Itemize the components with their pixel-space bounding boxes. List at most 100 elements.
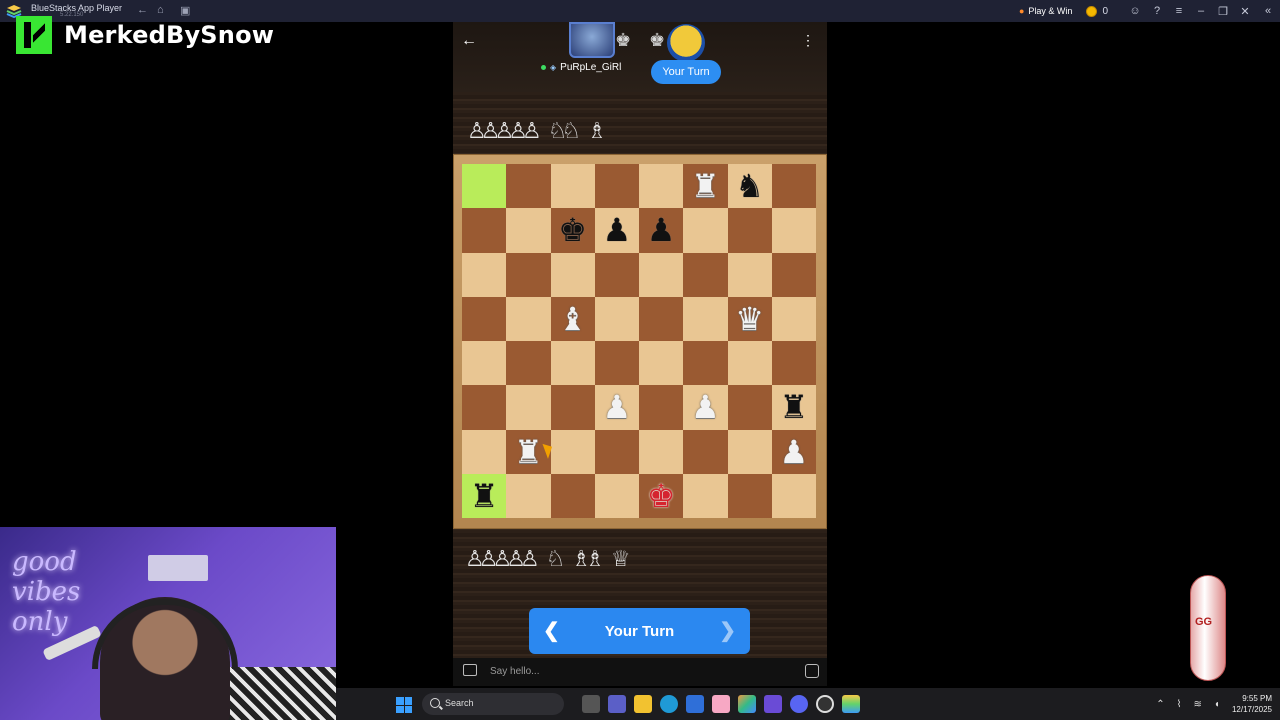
network-icon[interactable]: ⌇ — [1177, 699, 1182, 710]
board-square[interactable] — [683, 296, 728, 341]
board-square[interactable] — [727, 341, 772, 386]
chevron-up-icon[interactable]: ⌃ — [1156, 699, 1164, 710]
board-square[interactable] — [771, 164, 816, 209]
board-square[interactable] — [727, 252, 772, 297]
board-square[interactable] — [506, 341, 551, 386]
bluestacks-taskbar-icon[interactable] — [842, 695, 860, 713]
board-square[interactable] — [683, 473, 728, 518]
board-square[interactable]: ♜ — [771, 385, 816, 430]
board-square[interactable] — [462, 385, 507, 430]
board-square[interactable]: ♟ — [594, 208, 639, 253]
chevron-left-icon[interactable]: ❮ — [543, 618, 560, 643]
board-square[interactable] — [727, 473, 772, 518]
board-square[interactable]: ♛ — [727, 296, 772, 341]
board-square[interactable]: ♚ — [550, 208, 595, 253]
board-square[interactable] — [550, 164, 595, 209]
white-pawn-icon[interactable]: ♟ — [603, 391, 632, 423]
clock[interactable]: 9:55 PM 12/17/2025 — [1232, 693, 1272, 715]
board-square[interactable] — [506, 296, 551, 341]
windows-start-icon[interactable] — [396, 697, 412, 713]
black-pawn-icon[interactable]: ♟ — [603, 214, 632, 246]
board-square[interactable] — [771, 208, 816, 253]
play-win-button[interactable]: ● Play & Win — [1019, 6, 1072, 16]
board-square[interactable] — [639, 296, 684, 341]
store-icon[interactable] — [686, 695, 704, 713]
white-pawn-icon[interactable]: ♟ — [780, 436, 809, 468]
board-square[interactable]: ♟ — [683, 385, 728, 430]
discord-icon[interactable] — [790, 695, 808, 713]
menu-icon[interactable]: ≡ — [1168, 0, 1190, 22]
board-square[interactable] — [550, 429, 595, 474]
your-turn-button[interactable]: ❮ Your Turn ❯ — [529, 608, 750, 654]
board-square[interactable] — [506, 208, 551, 253]
home-icon[interactable]: ⌂ — [157, 4, 164, 16]
board-square[interactable] — [550, 252, 595, 297]
black-king-icon[interactable]: ♚ — [558, 214, 587, 246]
wifi-icon[interactable]: ≋ — [1194, 699, 1202, 710]
board-square[interactable] — [594, 296, 639, 341]
board-square[interactable] — [727, 385, 772, 430]
board-square[interactable] — [771, 252, 816, 297]
board-square[interactable]: ♞ — [727, 164, 772, 209]
board-square[interactable]: ♜ — [462, 473, 507, 518]
board-square[interactable]: ♟ — [594, 385, 639, 430]
board-square[interactable] — [506, 473, 551, 518]
collapse-icon[interactable]: « — [1256, 0, 1280, 22]
board-square[interactable]: ♟ — [771, 429, 816, 474]
board-square[interactable] — [727, 208, 772, 253]
board-square[interactable] — [506, 385, 551, 430]
sticker-icon[interactable] — [805, 664, 819, 678]
restore-icon[interactable]: ❐ — [1212, 0, 1234, 22]
chess-board[interactable]: ♜ ♞ ♚ ♟ ♟ ♝ ♛ ♟ ♟ ♜ ♜ ♟ ♜ ♚ — [462, 164, 816, 518]
board-square[interactable] — [462, 296, 507, 341]
app-icon-purple[interactable] — [764, 695, 782, 713]
minimize-icon[interactable]: – — [1190, 0, 1212, 22]
white-queen-icon[interactable]: ♛ — [735, 303, 764, 335]
edge-icon[interactable] — [660, 695, 678, 713]
board-square[interactable] — [771, 341, 816, 386]
white-bishop-icon[interactable]: ♝ — [558, 303, 587, 335]
back-icon[interactable]: ← — [137, 4, 148, 16]
chevron-right-icon[interactable]: ❯ — [719, 618, 736, 643]
board-square[interactable] — [506, 164, 551, 209]
black-knight-icon[interactable]: ♞ — [735, 170, 764, 202]
help-icon[interactable]: ? — [1146, 0, 1168, 22]
board-square[interactable] — [727, 429, 772, 474]
board-square[interactable] — [462, 341, 507, 386]
black-rook-icon[interactable]: ♜ — [780, 391, 809, 423]
copilot-icon[interactable] — [738, 695, 756, 713]
board-square[interactable]: ♚ — [639, 473, 684, 518]
obs-icon[interactable] — [816, 695, 834, 713]
board-square[interactable]: ♜ — [506, 429, 551, 474]
black-rook-icon[interactable]: ♜ — [470, 480, 499, 512]
board-square[interactable] — [771, 296, 816, 341]
back-arrow-icon[interactable]: ← — [461, 32, 477, 50]
close-icon[interactable]: ✕ — [1234, 0, 1256, 22]
board-square[interactable] — [683, 429, 728, 474]
black-pawn-icon[interactable]: ♟ — [647, 214, 676, 246]
chat-input[interactable]: Say hello... — [490, 666, 539, 677]
board-square[interactable] — [550, 341, 595, 386]
board-square[interactable] — [594, 252, 639, 297]
white-rook-icon[interactable]: ♜ — [691, 170, 720, 202]
board-square[interactable] — [639, 385, 684, 430]
coin-counter[interactable]: 0 — [1086, 5, 1108, 17]
board-square[interactable] — [639, 252, 684, 297]
board-square[interactable] — [594, 164, 639, 209]
file-explorer-icon[interactable] — [634, 695, 652, 713]
board-square[interactable] — [506, 252, 551, 297]
player-avatar[interactable] — [667, 24, 705, 62]
board-square[interactable] — [550, 473, 595, 518]
taskbar-search[interactable]: Search — [422, 693, 564, 715]
app-icon-pink[interactable] — [712, 695, 730, 713]
opponent-avatar[interactable] — [569, 22, 615, 58]
board-square[interactable] — [639, 429, 684, 474]
board-square[interactable] — [462, 429, 507, 474]
white-rook-icon[interactable]: ♜ — [514, 436, 543, 468]
board-square[interactable] — [683, 252, 728, 297]
board-square[interactable] — [462, 208, 507, 253]
board-square[interactable] — [639, 341, 684, 386]
teams-icon[interactable] — [608, 695, 626, 713]
board-square[interactable] — [462, 164, 507, 209]
white-pawn-icon[interactable]: ♟ — [691, 391, 720, 423]
